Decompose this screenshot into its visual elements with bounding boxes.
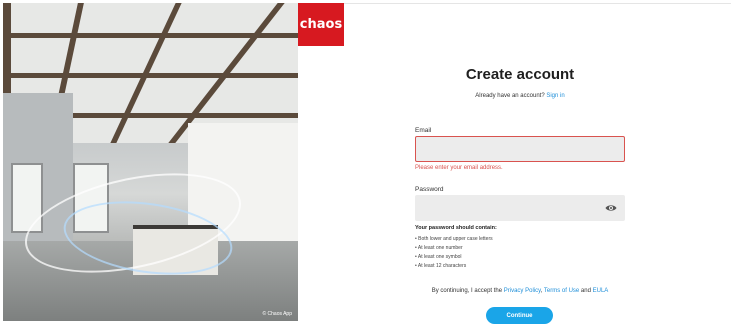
password-rule: Both lower and upper case letters [415, 235, 493, 244]
email-field[interactable] [415, 136, 625, 162]
page-title: Create account [465, 66, 575, 83]
password-rule: At least one symbol [415, 253, 493, 262]
continue-button[interactable]: Continue [486, 307, 553, 324]
terms-of-use-link[interactable]: Terms of Use [544, 288, 579, 294]
email-label: Email [415, 127, 432, 134]
signup-page: © Chaos App chaos Create account Already… [0, 0, 731, 324]
eye-icon[interactable] [605, 203, 617, 213]
password-rule: At least one number [415, 244, 493, 253]
chaos-logo[interactable]: chaos [298, 3, 344, 46]
password-rules: Both lower and upper case letters At lea… [415, 235, 493, 271]
privacy-policy-link[interactable]: Privacy Policy [504, 288, 541, 294]
password-label: Password [415, 186, 444, 193]
hero-image: © Chaos App [3, 3, 298, 321]
and-text: and [580, 288, 591, 294]
image-caption: © Chaos App [262, 311, 292, 317]
email-error: Please enter your email address. [415, 165, 503, 171]
password-rule: At least 12 characters [415, 262, 493, 271]
signin-prompt: Already have an account? Sign in [410, 93, 630, 99]
signin-link[interactable]: Sign in [546, 93, 564, 99]
eula-link[interactable]: EULA [593, 288, 609, 294]
password-rules-title: Your password should contain: [415, 225, 497, 231]
consent-prefix: By continuing, I accept the [431, 288, 503, 294]
consent-text: By continuing, I accept the Privacy Poli… [410, 288, 630, 294]
beam [3, 33, 298, 38]
signin-prompt-text: Already have an account? [475, 93, 545, 99]
password-field[interactable] [415, 195, 625, 221]
beam [3, 73, 298, 78]
top-divider [344, 3, 731, 4]
